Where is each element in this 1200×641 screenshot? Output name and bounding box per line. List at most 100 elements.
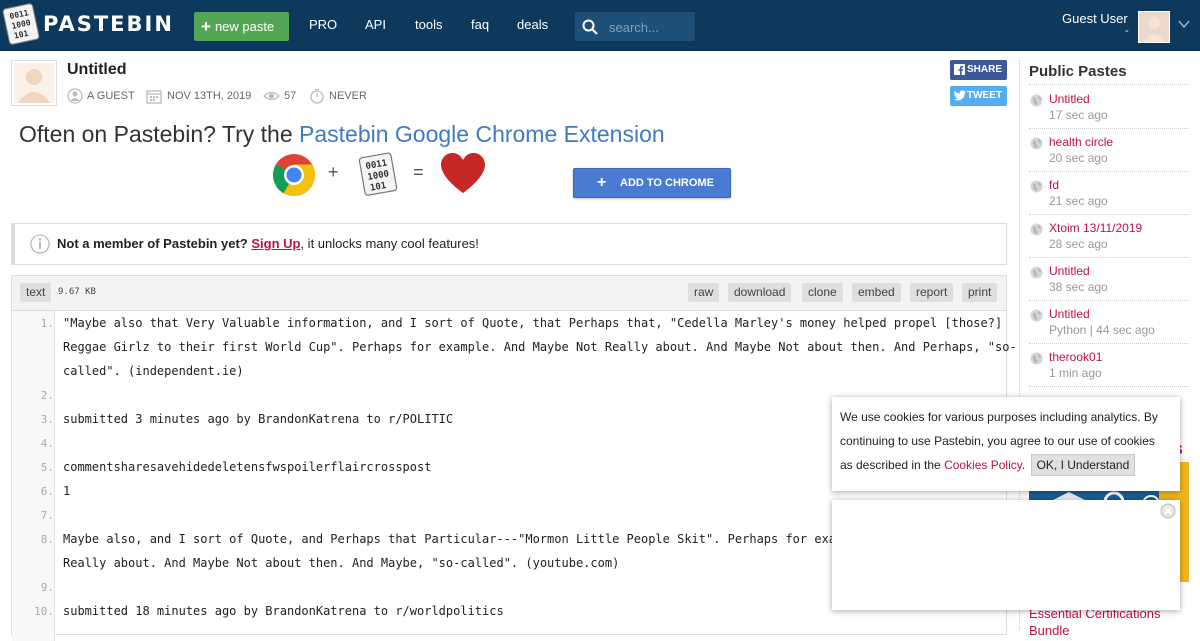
line-number: 9.	[40, 581, 54, 594]
public-paste-link[interactable]: health circle	[1049, 135, 1113, 149]
divider	[1029, 171, 1189, 172]
cookie-ok-button[interactable]: OK, I Understand	[1030, 454, 1136, 476]
public-paste-link[interactable]: Xtoim 13/11/2019	[1049, 221, 1142, 235]
paste-author[interactable]: A GUEST	[87, 90, 135, 103]
search-box[interactable]	[575, 12, 695, 41]
syntax-badge[interactable]: text	[20, 283, 52, 302]
chrome-extension-link[interactable]: Pastebin Google Chrome Extension	[299, 121, 665, 147]
code-line: 1	[63, 484, 71, 498]
user-icon	[67, 88, 83, 104]
line-number: 6.	[40, 485, 54, 498]
divider	[1029, 214, 1189, 215]
divider	[1029, 343, 1189, 344]
raw-button[interactable]: raw	[688, 283, 720, 302]
paste-views: 57	[284, 90, 297, 102]
divider	[1029, 128, 1189, 129]
download-button[interactable]: download	[728, 283, 792, 302]
line-number-gutter: 1. 2. 3. 4. 5. 6. 7. 8. 9. 10.	[12, 311, 55, 641]
paste-title: Untitled	[67, 61, 127, 78]
search-icon	[582, 19, 598, 35]
close-icon[interactable]	[1160, 503, 1176, 519]
public-paste-link[interactable]: Untitled	[1049, 264, 1090, 278]
calendar-icon	[146, 90, 162, 104]
code-line: Really about. And Maybe Not about then. …	[63, 556, 620, 570]
cookie-consent-popup: We use cookies for various purposes incl…	[832, 397, 1180, 491]
print-button[interactable]: print	[962, 283, 998, 302]
report-button[interactable]: report	[910, 283, 954, 302]
code-line: submitted 18 minutes ago by BrandonKatre…	[63, 604, 504, 618]
plus-icon: +	[597, 174, 607, 191]
public-paste-link[interactable]: fd	[1049, 178, 1059, 192]
facebook-icon	[954, 64, 965, 75]
nav-faq[interactable]: faq	[471, 17, 489, 32]
twitter-bird-icon	[954, 90, 966, 101]
public-paste-time: 38 sec ago	[1049, 280, 1108, 294]
cookies-policy-link[interactable]: Cookies Policy	[944, 458, 1022, 472]
heart-icon	[441, 153, 485, 193]
pastebin-logo-icon[interactable]: 0011 1000 101	[2, 2, 40, 46]
public-paste-link[interactable]: Untitled	[1049, 92, 1090, 106]
facebook-share-button[interactable]: SHARE	[950, 60, 1007, 80]
public-paste-time: 20 sec ago	[1049, 151, 1108, 165]
promo-plus: +	[328, 162, 339, 182]
paste-author-avatar	[11, 60, 57, 106]
public-paste-link[interactable]: therook01	[1049, 350, 1102, 364]
sign-up-link[interactable]: Sign Up	[251, 236, 300, 251]
public-paste-time: 17 sec ago	[1049, 108, 1108, 122]
cookie-text-block: We use cookies for various purposes incl…	[840, 405, 1170, 477]
user-sub: -	[1125, 25, 1129, 37]
logo-text[interactable]: PASTEBIN	[43, 12, 174, 36]
paste-size: 9.67 KB	[58, 287, 96, 297]
divider	[1029, 84, 1189, 85]
tweet-label: TWEET	[967, 90, 1002, 101]
add-to-chrome-button[interactable]: + ADD TO CHROME	[573, 168, 731, 198]
promo-prefix: Often on Pastebin? Try the	[19, 121, 299, 147]
line-number: 4.	[40, 437, 54, 450]
notice-text: Not a member of Pastebin yet? Sign Up, i…	[57, 236, 479, 251]
user-name[interactable]: Guest User	[1062, 11, 1128, 26]
promo-equals: =	[413, 162, 424, 182]
info-icon	[30, 234, 50, 254]
globe-icon	[1030, 180, 1043, 193]
new-paste-label: new paste	[214, 19, 275, 34]
clone-button[interactable]: clone	[802, 283, 843, 302]
divider	[1029, 257, 1189, 258]
nav-pro[interactable]: PRO	[309, 17, 337, 32]
nav-api[interactable]: API	[365, 17, 386, 32]
public-paste-link[interactable]: Untitled	[1049, 307, 1090, 321]
line-number: 1.	[40, 317, 54, 330]
twitter-tweet-button[interactable]: TWEET	[950, 86, 1007, 106]
globe-icon	[1030, 266, 1043, 279]
member-notice: Not a member of Pastebin yet? Sign Up, i…	[11, 223, 1007, 265]
pastebin-bin-icon: 0011 1000 101	[358, 152, 398, 196]
code-line: commentsharesavehidedeletensfwspoilerfla…	[63, 460, 432, 474]
globe-icon	[1030, 309, 1043, 322]
notice-rest: , it unlocks many cool features!	[300, 236, 479, 251]
globe-icon	[1030, 352, 1043, 365]
search-input[interactable]	[607, 17, 691, 37]
add-to-chrome-label: ADD TO CHROME	[620, 177, 714, 189]
paste-expiry: NEVER	[329, 90, 367, 102]
chevron-down-icon[interactable]	[1178, 18, 1190, 30]
ad-popup	[832, 500, 1180, 610]
code-line: "Maybe also that Very Valuable informati…	[63, 316, 1003, 330]
line-number: 10.	[34, 605, 54, 618]
paste-date: NOV 13TH, 2019	[167, 90, 252, 102]
nav-tools[interactable]: tools	[415, 17, 442, 32]
notice-bold: Not a member of Pastebin yet?	[57, 236, 248, 251]
user-avatar[interactable]	[1138, 11, 1170, 43]
line-number: 3.	[40, 413, 54, 426]
public-pastes-title: Public Pastes	[1029, 63, 1127, 80]
embed-button[interactable]: embed	[852, 283, 901, 302]
new-paste-button[interactable]: + new paste	[194, 12, 289, 41]
code-line: Maybe also, and I sort of Quote, and Per…	[63, 532, 858, 546]
public-paste-time: Python | 44 sec ago	[1049, 323, 1155, 337]
sidebar-ad-title-2[interactable]: Bundle	[1029, 623, 1069, 638]
line-number: 8.	[40, 533, 54, 546]
share-label: SHARE	[967, 64, 1003, 75]
top-header: 0011 1000 101 PASTEBIN + new paste PRO AP…	[0, 0, 1200, 51]
divider	[1029, 386, 1189, 387]
public-paste-time: 28 sec ago	[1049, 237, 1108, 251]
divider	[1029, 300, 1189, 301]
nav-deals[interactable]: deals	[517, 17, 548, 32]
